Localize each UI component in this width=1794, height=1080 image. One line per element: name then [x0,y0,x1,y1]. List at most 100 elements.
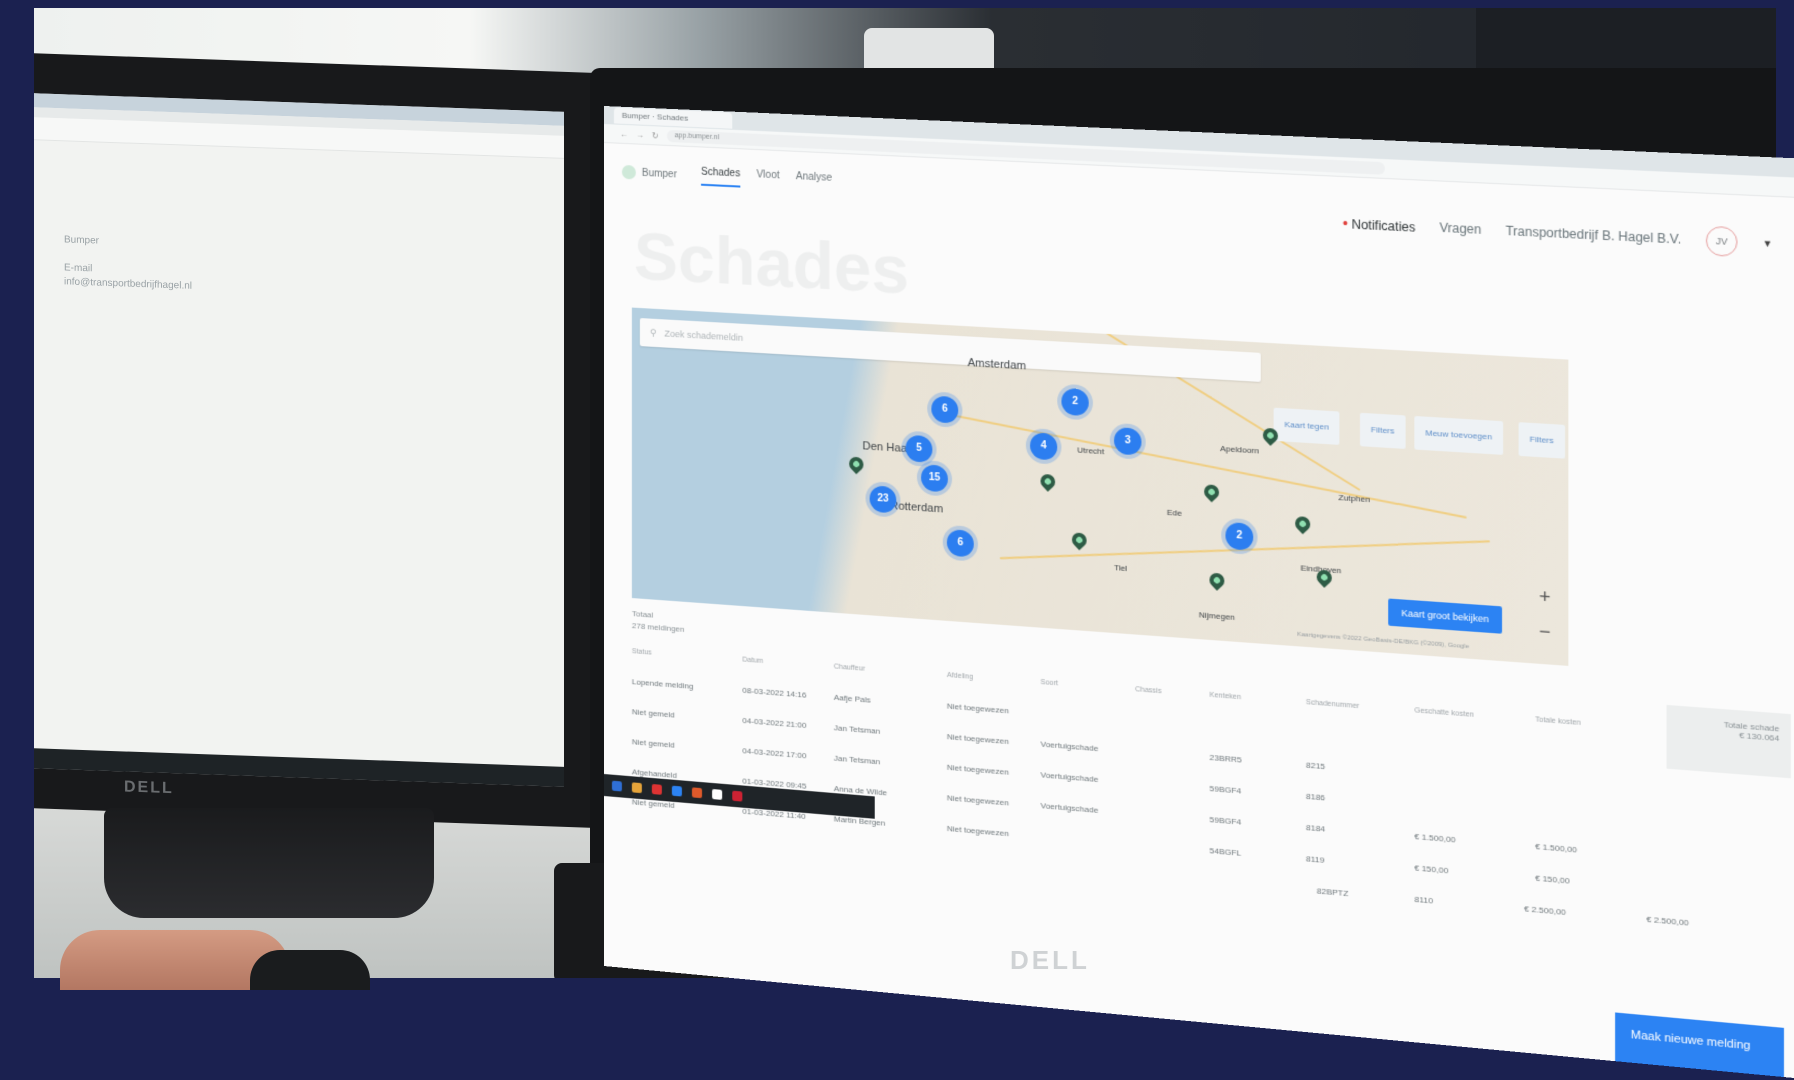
cell-chassis [1135,751,1209,757]
cell-plate: 82BPTZ [1317,886,1415,904]
cell-cost [1414,805,1535,815]
notification-dot-icon: • [1343,215,1348,232]
map-cluster[interactable]: 15 [921,464,948,492]
cell-status: Niet gemeld [632,737,742,755]
cell-number: 8119 [1306,854,1414,873]
cell-cost [1414,742,1535,751]
cell-driver: Jan Tetsman [834,723,947,741]
map-cluster[interactable]: 23 [870,485,897,513]
city-label: Ede [1167,508,1182,518]
map-cluster[interactable]: 5 [906,435,933,463]
questions-link[interactable]: Vragen [1439,220,1481,237]
search-icon: ⚲ [650,327,657,338]
notifications-link[interactable]: • Notificaties [1343,215,1416,235]
map-pin-icon[interactable] [1292,514,1313,535]
cell-total [1535,751,1646,760]
left-stand [104,808,434,918]
left-screen: Bumper E-mail info@transportbedrijfhagel… [34,93,564,787]
new-claim-button[interactable]: Maak nieuwe melding [1615,1012,1784,1080]
nav-analyse[interactable]: Analyse [796,171,832,192]
cell-chassis [1135,813,1209,819]
chevron-down-icon[interactable]: ▼ [1763,238,1773,249]
back-icon[interactable]: ← [620,129,628,138]
cell-type [1041,836,1136,844]
nav-links: Schades Vloot Analyse [701,166,832,191]
cell-driver: Aafje Pals [834,692,947,710]
map-cluster[interactable]: 2 [1061,388,1088,416]
city-label: Utrecht [1077,445,1104,456]
map-pin-icon[interactable] [1037,471,1058,491]
cell-cost: € 1.500,00 [1414,831,1535,850]
cell-dept: Niet toegewezen [947,793,1041,810]
map-pin-icon[interactable] [1201,482,1222,503]
cell-dept: Niet toegewezen [947,762,1041,779]
road [1082,317,1360,491]
map-credit: Kaartgegevens ©2022 GeoBasis-DE/BKG (©20… [1297,632,1469,651]
map-search[interactable]: ⚲ Zoek schademeldin [640,318,1261,382]
summary-value: 278 meldingen [632,620,685,636]
main-screen: Bumper · Schades ← → ↻ app.bumper.nl Bum… [604,106,1794,1080]
left-line1: E-mail [64,262,92,274]
map-cluster[interactable]: 3 [1114,427,1141,455]
map-pin-icon[interactable] [1206,570,1227,591]
app-icon[interactable] [652,784,662,795]
app-icon[interactable] [692,787,702,798]
app-icon[interactable] [672,786,682,797]
cell-chassis [1135,720,1209,726]
map-button-filters[interactable]: Filters [1360,413,1405,449]
brand-name: Bumper [642,167,677,180]
enlarge-map-button[interactable]: Kaart groot bekijken [1388,598,1502,633]
nav-schades[interactable]: Schades [701,166,740,187]
page-title: Schades [634,218,909,309]
cell-date: 04-03-2022 17:00 [742,746,833,762]
map-cluster[interactable]: 6 [931,396,958,424]
cell-total [1535,814,1646,823]
cell-type [1041,713,1136,720]
left-title: Bumper [64,234,99,246]
company-name[interactable]: Transportbedrijf B. Hagel B.V. [1506,223,1682,246]
cell-status: Niet gemeld [632,707,742,725]
left-taskbar [34,748,564,787]
brand[interactable]: Bumper [622,165,677,182]
left-line2: info@transportbedrijfhagel.nl [64,276,192,291]
map-cluster[interactable]: 2 [1225,522,1253,551]
zoom-out-icon[interactable]: − [1539,621,1551,644]
zoom-in-icon[interactable]: + [1539,586,1551,609]
app-icon[interactable] [712,789,722,800]
cell-number: 8184 [1306,822,1414,840]
map-cluster[interactable]: 6 [947,529,974,557]
city-label: Nijmegen [1199,610,1235,622]
map-pin-icon[interactable] [1069,530,1090,550]
cell-type: Voertuigschade [1041,800,1136,817]
cell-number [1306,733,1414,741]
cell-date: 04-03-2022 21:00 [742,715,833,731]
cell-plate: 59BGF4 [1209,814,1305,831]
cell-dept: Niet toegewezen [947,701,1041,717]
mouse [250,950,370,990]
map-button-nieuw[interactable]: Meuw toevoegen [1414,416,1503,455]
notifications-label: Notificaties [1352,217,1416,235]
nav-vloot[interactable]: Vloot [756,169,779,189]
cell-dept: Niet toegewezen [947,732,1041,749]
avatar[interactable]: JV [1706,226,1738,257]
right-monitor-logo: DELL [1010,945,1090,976]
windows-start-icon[interactable] [612,781,622,792]
forward-icon[interactable]: → [636,130,644,139]
left-monitor: Bumper E-mail info@transportbedrijfhagel… [34,53,599,828]
map-cluster[interactable]: 4 [1030,432,1057,460]
app-icon[interactable] [732,791,742,802]
nav-right: • Notificaties Vragen Transportbedrijf B… [1343,208,1773,258]
map[interactable]: ⚲ Zoek schademeldin Kaart tegen Filters … [632,308,1568,666]
cell-plate: 54BGFL [1209,845,1305,862]
cell-plate: 59BGF4 [1209,783,1305,800]
cell-chassis [1135,844,1209,850]
reload-icon[interactable]: ↻ [652,131,659,140]
city-label: Zutphen [1338,493,1370,504]
cell-number: 8186 [1306,791,1414,809]
folder-icon[interactable] [632,782,642,793]
map-button-filters-2[interactable]: Filters [1519,422,1565,459]
city-label: Tiel [1114,563,1127,573]
map-pin-icon[interactable] [846,454,866,474]
cell-date: 08-03-2022 14:16 [742,685,833,701]
map-button-kaart[interactable]: Kaart tegen [1274,408,1340,445]
